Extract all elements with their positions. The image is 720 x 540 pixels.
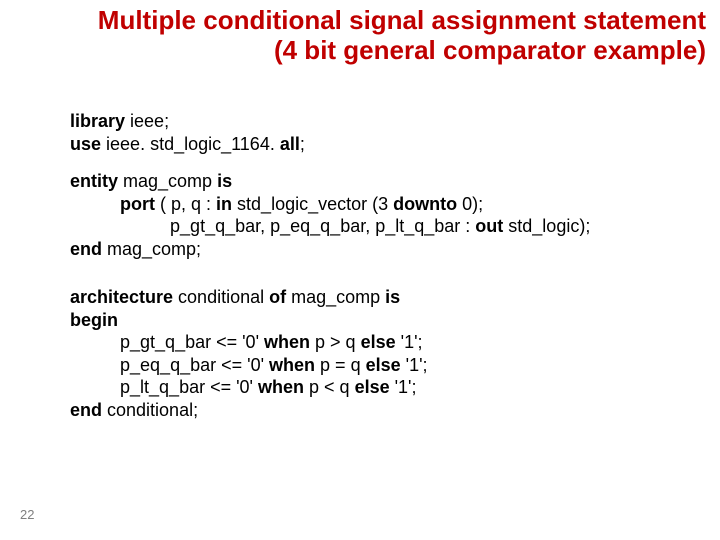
slide: Multiple conditional signal assignment s… xyxy=(0,0,720,540)
txt-else-2: '1'; xyxy=(401,355,428,375)
kw-else-1: else xyxy=(361,332,396,352)
txt-zero-close: 0); xyxy=(457,194,483,214)
kw-else-2: else xyxy=(366,355,401,375)
kw-begin: begin xyxy=(70,310,118,330)
page-number: 22 xyxy=(20,507,34,522)
kw-end-2: end xyxy=(70,400,102,420)
kw-when-3: when xyxy=(258,377,304,397)
txt-lt-left: p_lt_q_bar <= '0' xyxy=(120,377,258,397)
txt-entity-name: mag_comp xyxy=(118,171,217,191)
kw-in: in xyxy=(216,194,232,214)
kw-is-1: is xyxy=(217,171,232,191)
code-block-libraries: library ieee; use ieee. std_logic_1164. … xyxy=(70,110,696,155)
kw-use: use xyxy=(70,134,101,154)
txt-arch-mid: mag_comp xyxy=(286,287,385,307)
txt-else-1: '1'; xyxy=(396,332,423,352)
title-line-2: (4 bit general comparator example) xyxy=(274,35,706,65)
txt-ieee: ieee; xyxy=(125,111,169,131)
txt-semi-1: ; xyxy=(300,134,305,154)
code-block-architecture: architecture conditional of mag_comp is … xyxy=(70,286,696,421)
code-block-entity: entity mag_comp is port ( p, q : in std_… xyxy=(70,170,696,260)
txt-lt-mid: p < q xyxy=(304,377,355,397)
kw-all: all xyxy=(280,134,300,154)
kw-end-1: end xyxy=(70,239,102,259)
kw-when-2: when xyxy=(269,355,315,375)
title-line-1: Multiple conditional signal assignment s… xyxy=(98,5,706,35)
kw-library: library xyxy=(70,111,125,131)
kw-out: out xyxy=(475,216,503,236)
kw-when-1: when xyxy=(264,332,310,352)
kw-downto: downto xyxy=(393,194,457,214)
txt-out-sigs: p_gt_q_bar, p_eq_q_bar, p_lt_q_bar : xyxy=(170,216,475,236)
txt-gt-mid: p > q xyxy=(310,332,361,352)
txt-eq-mid: p = q xyxy=(315,355,366,375)
txt-end-arch: conditional; xyxy=(102,400,198,420)
kw-of: of xyxy=(269,287,286,307)
txt-sl-close: std_logic); xyxy=(503,216,590,236)
kw-architecture: architecture xyxy=(70,287,173,307)
kw-entity: entity xyxy=(70,171,118,191)
slide-title: Multiple conditional signal assignment s… xyxy=(38,6,706,66)
txt-slv: std_logic_vector (3 xyxy=(232,194,393,214)
txt-gt-left: p_gt_q_bar <= '0' xyxy=(120,332,264,352)
kw-else-3: else xyxy=(355,377,390,397)
txt-else-3: '1'; xyxy=(390,377,417,397)
txt-end-entity: mag_comp; xyxy=(102,239,201,259)
txt-eq-left: p_eq_q_bar <= '0' xyxy=(120,355,269,375)
txt-pkg: ieee. std_logic_1164. xyxy=(101,134,280,154)
kw-is-2: is xyxy=(385,287,400,307)
txt-port-open: ( p, q : xyxy=(155,194,216,214)
txt-arch-name: conditional xyxy=(173,287,269,307)
kw-port: port xyxy=(120,194,155,214)
